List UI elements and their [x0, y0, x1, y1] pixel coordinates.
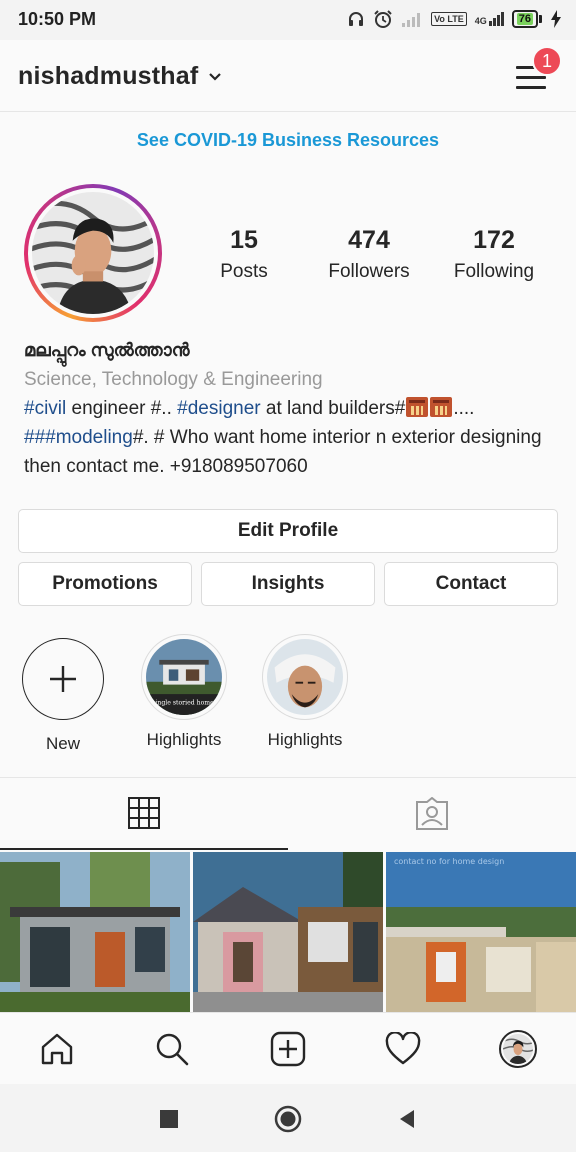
nav-home[interactable] — [35, 1027, 79, 1071]
headphones-icon — [349, 12, 364, 26]
hashtag-modeling[interactable]: ###modeling — [24, 427, 133, 448]
highlight-cover — [267, 639, 343, 715]
followers-label: Followers — [328, 261, 410, 282]
grid-icon — [128, 797, 160, 829]
search-icon — [156, 1033, 189, 1066]
building-emoji-icon — [430, 397, 453, 417]
highlight-label: Highlights — [267, 730, 343, 749]
edit-profile-button[interactable]: Edit Profile — [18, 509, 558, 553]
highlight-cover: single storied home. — [146, 639, 222, 715]
account-switcher[interactable]: nishadmusthaf — [18, 62, 222, 91]
tab-grid[interactable] — [0, 778, 288, 850]
post-thumbnail[interactable] — [193, 852, 383, 1012]
nav-new-post[interactable] — [266, 1027, 310, 1071]
network-label: 4G — [474, 16, 487, 26]
highlight-label: New — [45, 734, 80, 753]
covid-resources-link[interactable]: See COVID-19 Business Resources — [0, 130, 576, 151]
home-circle-icon — [274, 1105, 302, 1133]
signal-icon — [402, 13, 421, 27]
profile-avatar — [499, 1030, 537, 1068]
highlight-house[interactable]: single storied home. Highlights — [134, 634, 234, 750]
status-bar: 10:50 PM Vo LTE 4G 76 — [0, 0, 576, 40]
system-home-button[interactable] — [273, 1104, 303, 1134]
post-caption: contact no for home design — [394, 857, 504, 866]
notification-badge: 1 — [532, 46, 562, 76]
profile-avatar — [32, 192, 154, 314]
display-name: മലപ്പുറം സുൽത്താൻ — [24, 340, 190, 360]
battery-icon: 76 — [511, 10, 542, 28]
profile-avatar-ring[interactable] — [24, 184, 162, 322]
4g-signal-icon: 4G — [475, 12, 504, 26]
bio-segment: .... — [453, 398, 475, 419]
back-icon — [400, 1110, 414, 1128]
status-icons: Vo LTE 4G 76 — [347, 9, 562, 29]
profile-tabs — [0, 777, 576, 850]
hashtag-designer[interactable]: #designer — [177, 398, 260, 419]
bio-text: #civil engineer #.. #designer at land bu… — [24, 394, 554, 481]
highlight-caption: single storied home. — [152, 700, 216, 707]
contact-button[interactable]: Contact — [384, 562, 558, 606]
building-emoji-icon — [406, 397, 429, 417]
plus-icon — [50, 666, 76, 692]
profile-category: Science, Technology & Engineering — [24, 369, 323, 390]
following-count: 172 — [473, 226, 515, 254]
battery-level: 76 — [516, 13, 533, 25]
add-post-icon — [270, 1031, 306, 1067]
insights-button[interactable]: Insights — [201, 562, 375, 606]
stat-posts[interactable]: 15 Posts — [179, 226, 309, 283]
promotions-button[interactable]: Promotions — [18, 562, 192, 606]
status-time: 10:50 PM — [18, 9, 97, 29]
chevron-down-icon — [209, 72, 222, 81]
profile-bio: മലപ്പുറം സുൽത്താൻ Science, Technology & … — [24, 336, 554, 481]
system-nav-bar — [0, 1084, 576, 1152]
recents-button[interactable] — [154, 1104, 184, 1134]
nav-search[interactable] — [150, 1027, 194, 1071]
posts-grid: contact no for home design — [0, 852, 576, 1012]
username: nishadmusthaf — [18, 62, 199, 90]
tab-tagged[interactable] — [288, 778, 576, 850]
followers-count: 474 — [348, 226, 390, 254]
stat-followers[interactable]: 474 Followers — [304, 226, 434, 283]
post-thumbnail[interactable]: contact no for home design — [386, 852, 576, 1012]
alarm-icon — [374, 10, 392, 28]
nav-profile[interactable] — [496, 1027, 540, 1071]
highlight-new[interactable]: New — [13, 634, 113, 754]
tagged-icon — [416, 797, 448, 830]
hashtag-civil[interactable]: #civil — [24, 398, 66, 419]
home-icon — [41, 1033, 73, 1065]
recents-icon — [160, 1110, 178, 1128]
following-label: Following — [453, 261, 535, 282]
posts-label: Posts — [220, 261, 268, 282]
highlight-portrait[interactable]: Highlights — [255, 634, 355, 750]
stat-following[interactable]: 172 Following — [429, 226, 559, 283]
new-highlight-circle — [22, 638, 104, 720]
heart-icon — [385, 1032, 421, 1065]
nav-activity[interactable] — [381, 1027, 425, 1071]
bio-segment: engineer #.. — [66, 398, 178, 419]
highlight-label: Highlights — [146, 730, 222, 749]
post-thumbnail[interactable] — [0, 852, 190, 1012]
profile-header: nishadmusthaf 1 — [0, 40, 576, 112]
bottom-nav — [0, 1012, 576, 1084]
bio-segment: at land builders# — [260, 398, 406, 419]
back-button[interactable] — [392, 1104, 422, 1134]
posts-count: 15 — [230, 226, 258, 254]
volte-icon: Vo LTE — [431, 12, 467, 26]
charging-icon — [551, 10, 561, 28]
